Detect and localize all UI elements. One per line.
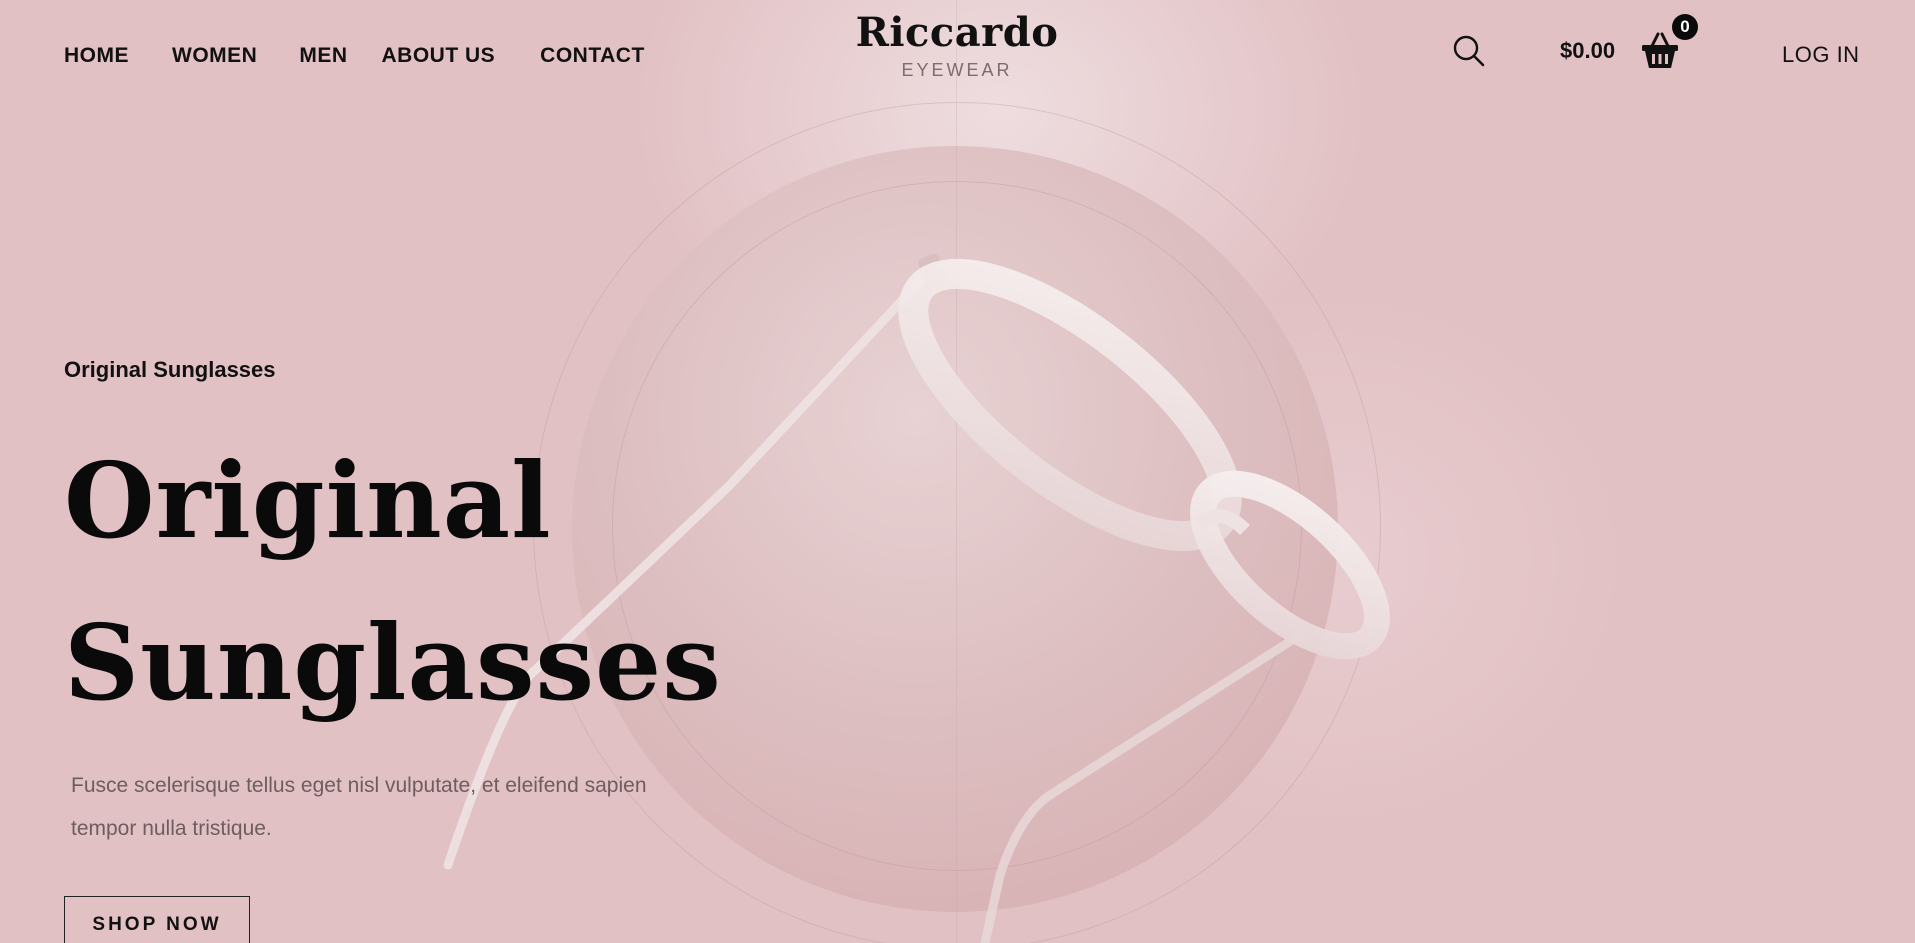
brand-logo[interactable]: Riccardo EYEWEAR [757, 8, 1157, 81]
hero-headline: Original Sunglasses [64, 420, 722, 744]
nav-about-us[interactable]: ABOUT US [382, 44, 496, 68]
shop-now-button[interactable]: SHOP NOW [64, 896, 250, 943]
hero-headline-line2: Sunglasses [64, 601, 722, 724]
nav-home[interactable]: HOME [64, 44, 129, 68]
hero-description: Fusce scelerisque tellus eget nisl vulpu… [71, 774, 647, 840]
main-nav: HOME WOMEN MEN ABOUT US CONTACT [64, 44, 645, 68]
brand-tagline: EYEWEAR [901, 60, 1013, 80]
nav-men[interactable]: MEN [299, 44, 347, 68]
login-link[interactable]: LOG IN [1782, 42, 1860, 68]
brand-name: Riccardo [855, 9, 1059, 56]
cart-count-badge: 0 [1672, 14, 1698, 40]
nav-women[interactable]: WOMEN [172, 44, 257, 68]
cart-total[interactable]: $0.00 [1560, 38, 1615, 64]
hero-headline-line1: Original [64, 439, 552, 562]
hero-eyebrow: Original Sunglasses [64, 357, 276, 382]
nav-contact[interactable]: CONTACT [540, 44, 645, 68]
search-icon[interactable] [1452, 34, 1486, 68]
